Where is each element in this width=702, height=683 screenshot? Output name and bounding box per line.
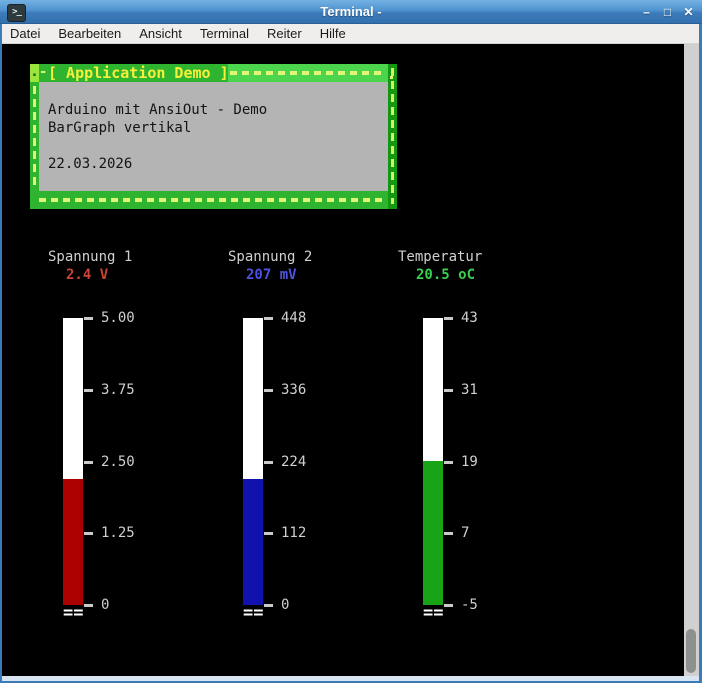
tick-label: 224: [281, 454, 307, 470]
tick-label: 19: [461, 454, 478, 470]
dialog-border-prefix: -: [39, 64, 48, 80]
close-button[interactable]: ✕: [681, 4, 696, 20]
gauge-spannung-1: Spannung 1 2.4 V 5.00 3.75 2.50 1.25 0 =…: [48, 248, 208, 633]
menu-hilfe[interactable]: Hilfe: [311, 24, 355, 44]
dialog-dash-left: [33, 86, 36, 188]
tick-mark: [444, 604, 453, 607]
minimize-button[interactable]: –: [639, 4, 654, 20]
dialog-corner: .: [30, 64, 39, 82]
gauge-bar-fill: [243, 479, 263, 605]
gauge-bar-fill: [63, 479, 83, 605]
gauge-title: Spannung 2: [228, 249, 313, 265]
menu-bar: Datei Bearbeiten Ansicht Terminal Reiter…: [0, 24, 702, 44]
tick-label: 3.75: [101, 382, 135, 398]
gauge-value: 20.5 oC: [416, 267, 476, 283]
menu-bearbeiten[interactable]: Bearbeiten: [49, 24, 130, 44]
window-title: Terminal -: [320, 4, 382, 19]
tick-label: 7: [461, 525, 470, 541]
tick-mark: [444, 532, 453, 535]
gauge-bar-fill: [423, 461, 443, 605]
tick-mark: [84, 532, 93, 535]
gauge-spannung-2: Spannung 2 207 mV 448 336 224 112 0 ==: [228, 248, 388, 633]
tick-mark: [264, 317, 273, 320]
gauge-temperatur: Temperatur 20.5 oC 43 31 19 7 -5 ==: [398, 248, 558, 633]
gauge-bar: [243, 318, 263, 605]
dialog-text-line: Arduino mit AnsiOut - Demo: [48, 102, 268, 118]
scrollbar-thumb[interactable]: [686, 629, 696, 673]
gauge-bar: [423, 318, 443, 605]
tick-mark: [264, 389, 273, 392]
tick-label: -5: [461, 597, 478, 613]
tick-label: 0: [281, 597, 290, 613]
gauge-title: Temperatur: [398, 249, 483, 265]
tick-label: 1.25: [101, 525, 135, 541]
tick-label: 31: [461, 382, 478, 398]
gauge-base-marker: ==: [243, 603, 264, 623]
tick-label: 112: [281, 525, 307, 541]
tick-mark: [84, 461, 93, 464]
tick-mark: [264, 532, 273, 535]
window-border-bottom: [2, 676, 699, 683]
tick-mark: [84, 389, 93, 392]
tick-mark: [444, 389, 453, 392]
window-border-left: [0, 24, 2, 683]
menu-ansicht[interactable]: Ansicht: [130, 24, 191, 44]
maximize-button[interactable]: □: [660, 4, 675, 20]
gauge-bar: [63, 318, 83, 605]
tick-mark: [444, 461, 453, 464]
window-controls: – □ ✕: [639, 0, 696, 24]
menu-terminal[interactable]: Terminal: [191, 24, 258, 44]
gauge-value: 2.4 V: [66, 267, 109, 283]
tick-label: 5.00: [101, 310, 135, 326]
dialog-text-line: BarGraph vertikal: [48, 120, 192, 136]
tick-mark: [444, 317, 453, 320]
dialog-dash-bottom: [39, 198, 387, 202]
title-bar[interactable]: >_ Terminal - – □ ✕: [0, 0, 702, 24]
tick-label: 448: [281, 310, 307, 326]
tick-mark: [264, 461, 273, 464]
scrollbar[interactable]: [684, 44, 699, 676]
dialog-dash-right: [391, 68, 394, 204]
tick-label: 2.50: [101, 454, 135, 470]
dialog-text-line: 22.03.2026: [48, 156, 133, 172]
dialog-title: [ Application Demo ]: [48, 64, 229, 82]
menu-datei[interactable]: Datei: [1, 24, 49, 44]
gauge-value: 207 mV: [246, 267, 297, 283]
tick-mark: [84, 317, 93, 320]
tick-label: 0: [101, 597, 110, 613]
dialog-dash-top: [230, 71, 386, 75]
gauge-base-marker: ==: [423, 603, 444, 623]
gauge-title: Spannung 1: [48, 249, 133, 265]
tick-label: 336: [281, 382, 307, 398]
tick-label: 43: [461, 310, 478, 326]
menu-reiter[interactable]: Reiter: [258, 24, 311, 44]
gauge-base-marker: ==: [63, 603, 84, 623]
tick-mark: [84, 604, 93, 607]
tick-mark: [264, 604, 273, 607]
